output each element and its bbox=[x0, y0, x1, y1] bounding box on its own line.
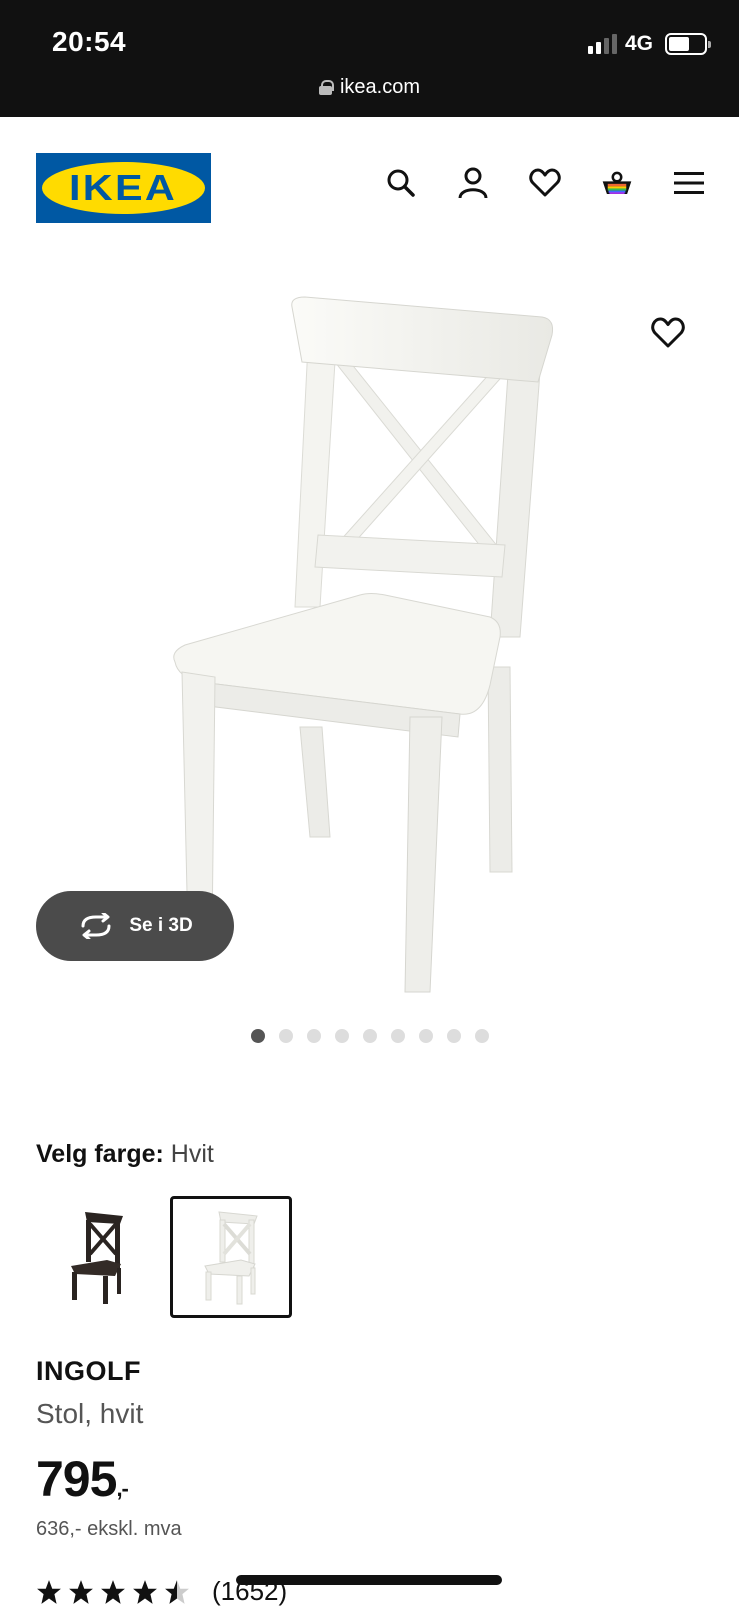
search-icon[interactable] bbox=[385, 167, 417, 199]
account-icon[interactable] bbox=[457, 167, 489, 199]
gallery-dot[interactable] bbox=[362, 1029, 377, 1043]
star-icon bbox=[69, 1579, 93, 1604]
product-price: 795,- bbox=[36, 1450, 129, 1508]
swatch-black-brown[interactable] bbox=[36, 1196, 158, 1318]
header-actions bbox=[385, 167, 705, 199]
save-to-wishlist-button[interactable] bbox=[651, 317, 687, 353]
status-indicators: 4G bbox=[587, 32, 711, 56]
gallery-dot[interactable] bbox=[250, 1029, 265, 1043]
price-value: 795 bbox=[36, 1451, 117, 1507]
product-description: Stol, hvit bbox=[36, 1398, 144, 1429]
gallery-dot[interactable] bbox=[390, 1029, 405, 1043]
gallery-dot[interactable] bbox=[474, 1029, 489, 1043]
star-icon bbox=[101, 1579, 125, 1604]
rating-stars bbox=[36, 1579, 190, 1605]
site-header: IKEA bbox=[0, 117, 739, 257]
battery-icon bbox=[665, 33, 711, 55]
signal-icon bbox=[587, 34, 617, 54]
product-name: INGOLF bbox=[36, 1356, 141, 1386]
status-time: 20:54 bbox=[52, 26, 127, 57]
gallery-dot[interactable] bbox=[334, 1029, 349, 1043]
gallery-dot[interactable] bbox=[418, 1029, 433, 1043]
price-excluding-vat: 636,- ekskl. mva bbox=[36, 1518, 182, 1540]
url-text: ikea.com bbox=[339, 76, 421, 98]
cart-icon[interactable] bbox=[601, 167, 633, 199]
star-icon bbox=[133, 1579, 157, 1604]
menu-icon[interactable] bbox=[673, 167, 705, 199]
view-3d-button[interactable]: Se i 3D bbox=[36, 891, 234, 961]
address-bar[interactable]: ikea.com bbox=[0, 76, 739, 99]
wishlist-icon[interactable] bbox=[529, 167, 561, 199]
logo-text: IKEA bbox=[69, 167, 178, 208]
rotate-3d-icon bbox=[81, 913, 111, 939]
view-3d-label: Se i 3D bbox=[129, 915, 193, 936]
star-half-icon bbox=[165, 1579, 189, 1604]
gallery-dot[interactable] bbox=[306, 1029, 321, 1043]
color-label-title: Velg farge: bbox=[36, 1140, 164, 1168]
ikea-logo[interactable]: IKEA bbox=[36, 153, 211, 223]
home-indicator bbox=[236, 1575, 502, 1585]
swatch-white[interactable] bbox=[170, 1196, 292, 1318]
product-gallery[interactable]: Se i 3D bbox=[0, 257, 739, 1017]
color-selector-label: Velg farge: Hvit bbox=[36, 1140, 214, 1169]
star-icon bbox=[37, 1579, 61, 1604]
color-swatches bbox=[36, 1196, 292, 1318]
lock-icon bbox=[318, 80, 334, 95]
network-label: 4G bbox=[624, 32, 653, 55]
chair-thumbnail-dark bbox=[71, 1211, 123, 1304]
gallery-pagination bbox=[0, 1029, 739, 1043]
status-bar: 20:54 4G ikea.com bbox=[0, 0, 739, 117]
price-suffix: ,- bbox=[116, 1476, 128, 1501]
chair-thumbnail-white bbox=[204, 1210, 258, 1304]
color-label-value: Hvit bbox=[170, 1140, 214, 1168]
gallery-dot[interactable] bbox=[446, 1029, 461, 1043]
gallery-dot[interactable] bbox=[278, 1029, 293, 1043]
